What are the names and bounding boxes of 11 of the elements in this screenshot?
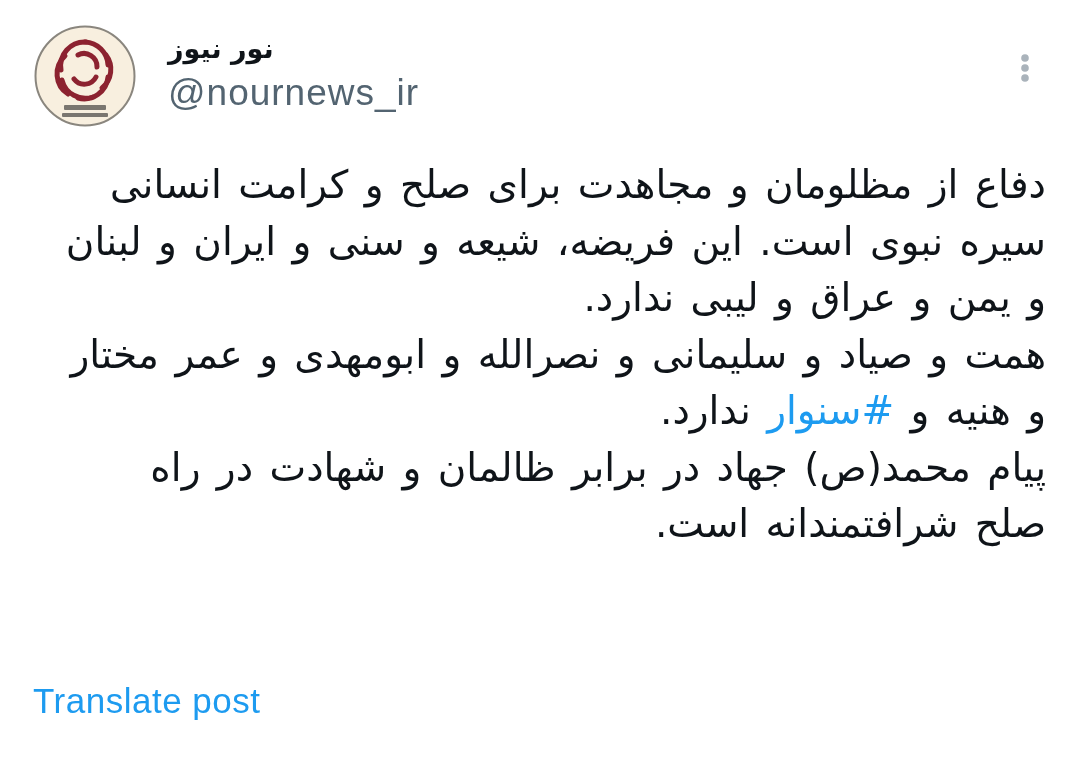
avatar-logo-icon: [34, 25, 136, 127]
post-text-line: صلح شرافتمندانه است.: [653, 500, 1046, 549]
post-text-line: و یمن و عراق و لیبی ندارد.: [582, 274, 1046, 323]
post-text-line: و هنیه و #سنوار ندارد.: [659, 387, 1046, 436]
author-handle[interactable]: @nournews_ir: [168, 71, 420, 115]
post-text-line: پیام محمد(ص) جهاد در برابر ظالمان و شهادت در راه: [149, 443, 1046, 493]
author-name[interactable]: نور نیوز: [168, 29, 274, 69]
post-text-line: دفاع از مظلومان و مجاهدت برای صلح و کرامت انسانی: [109, 161, 1046, 210]
more-options-icon[interactable]: [1020, 53, 1030, 83]
post-text-line: سیره نبوی است. این فریضه، شیعه و سنی و ایران و لبنان: [64, 217, 1046, 267]
post-text-line: همت و صیاد و سلیمانی و نصرالله و ابومهدی و عمر مختار: [68, 330, 1046, 380]
